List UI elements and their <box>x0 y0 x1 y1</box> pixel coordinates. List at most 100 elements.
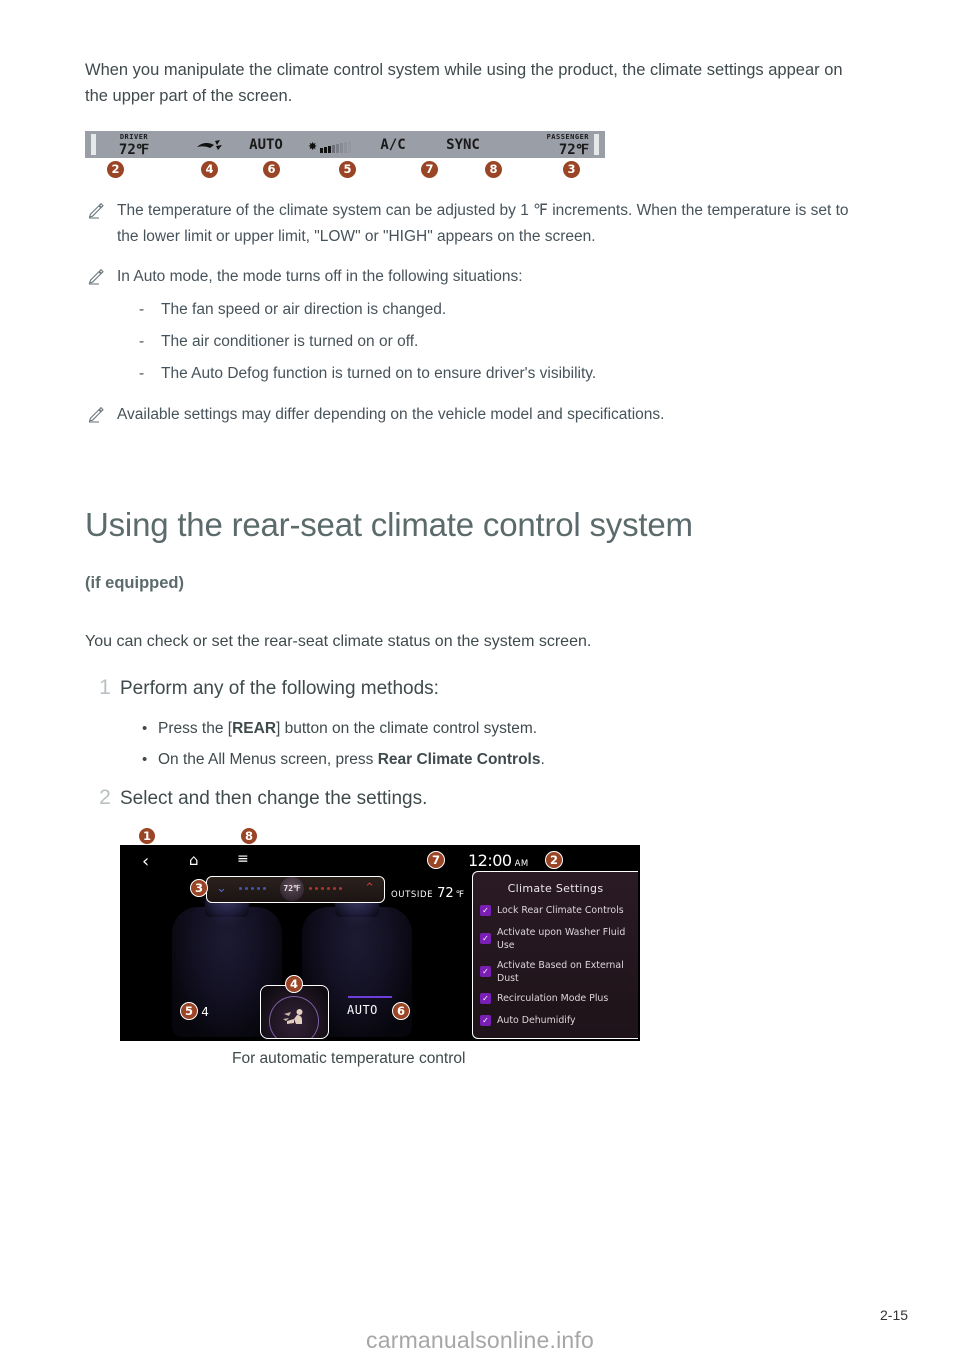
fan-speed-indicator: ✸ <box>308 139 368 153</box>
page-subtitle: (if equipped) <box>85 574 184 592</box>
auto-mode-button[interactable]: AUTO <box>347 996 392 1017</box>
checkbox-checked-icon[interactable]: ✓ <box>480 1015 491 1026</box>
climate-setting-row[interactable]: ✓ Activate upon Washer Fluid Use <box>473 926 638 952</box>
callout-badge-4: 4 <box>201 161 218 178</box>
callout-badge-6: 6 <box>392 1002 410 1020</box>
climate-setting-label: Auto Dehumidify <box>497 1015 576 1026</box>
callout-badge-2: 2 <box>545 851 563 869</box>
temp-down-icon[interactable]: ⌄ <box>216 881 227 896</box>
lead-paragraph: You can check or set the rear-seat clima… <box>85 633 592 650</box>
clock-time: 12:00 <box>468 851 512 870</box>
rear-temperature-slider[interactable]: ⌄ 72℉ ⌃ <box>206 876 385 903</box>
heat-dots <box>309 887 342 890</box>
checkbox-checked-icon[interactable]: ✓ <box>480 993 491 1004</box>
clock-ampm: AM <box>514 859 529 869</box>
bullet-text-before: Press the [ <box>158 720 233 737</box>
climate-setting-row[interactable]: ✓ Auto Dehumidify <box>473 1014 638 1029</box>
menu-icon[interactable]: ≡ <box>237 851 249 867</box>
climate-setting-label: Recirculation Mode Plus <box>497 993 609 1004</box>
outside-unit: ℉ <box>455 890 465 900</box>
step-1-bullets: • Press the [REAR] button on the climate… <box>140 713 880 775</box>
note-subnotes: - The fan speed or air direction is chan… <box>85 294 865 390</box>
subnote-item: - The air conditioner is turned on or of… <box>139 326 865 358</box>
seated-person-icon <box>283 1009 303 1024</box>
callout-badge-7: 7 <box>427 851 445 869</box>
manual-page: When you manipulate the climate control … <box>0 0 960 1362</box>
bullet-text-bold: Rear Climate Controls <box>377 751 541 768</box>
step-1: 1 Perform any of the following methods: <box>95 676 875 702</box>
callout-badge-5: 5 <box>180 1002 198 1020</box>
back-icon[interactable]: ‹ <box>142 851 149 872</box>
callout-badge-5: 5 <box>339 161 356 178</box>
cool-dots <box>239 887 266 890</box>
climate-setting-label: Activate upon Washer Fluid Use <box>497 927 626 951</box>
callout-badge-4: 4 <box>285 975 303 993</box>
page-title: Using the rear-seat climate control syst… <box>85 506 693 543</box>
home-icon[interactable]: ⌂ <box>189 851 199 869</box>
page-number: 2-15 <box>880 1307 909 1323</box>
note-text: In Auto mode, the mode turns off in the … <box>117 268 523 285</box>
bar-end-left <box>91 134 96 155</box>
temp-up-icon[interactable]: ⌃ <box>364 881 375 896</box>
climate-settings-panel: Climate Settings ✓ Lock Rear Climate Cont… <box>472 871 638 1039</box>
subnote-text: The fan speed or air direction is change… <box>161 301 447 318</box>
callout-badge-7: 7 <box>421 161 438 178</box>
bar-end-right <box>594 134 599 155</box>
climate-setting-row[interactable]: ✓ Recirculation Mode Plus <box>473 992 638 1007</box>
bullet-text-after: ] button on the climate control system. <box>276 720 538 737</box>
checkbox-checked-icon[interactable]: ✓ <box>480 905 491 916</box>
checkbox-checked-icon[interactable]: ✓ <box>480 966 491 977</box>
outside-label: OUTSIDE <box>391 890 434 900</box>
step-text: Perform any of the following methods: <box>120 678 439 699</box>
figure-caption: For automatic temperature control <box>232 1050 466 1067</box>
air-mode-button[interactable] <box>260 985 329 1039</box>
outside-temperature: OUTSIDE 72 ℉ <box>391 882 464 901</box>
callout-badge-8: 8 <box>240 827 258 845</box>
bullet-item: • On the All Menus screen, press Rear Cl… <box>140 744 880 775</box>
notes-list: The temperature of the climate system ca… <box>85 198 865 442</box>
bullet-marker: • <box>142 751 148 768</box>
bullet-text-after: . <box>540 751 545 768</box>
climate-setting-label: Lock Rear Climate Controls <box>497 905 624 916</box>
dash-marker: - <box>139 365 145 382</box>
step-text: Select and then change the settings. <box>120 788 428 809</box>
air-direction-icon <box>197 140 222 150</box>
fan-icon: ✸ <box>308 141 318 153</box>
callout-badge-8: 8 <box>485 161 502 178</box>
note-text: The temperature of the climate system ca… <box>117 202 849 245</box>
clock: 12:00 AM <box>468 851 529 870</box>
callout-badge-2: 2 <box>107 161 124 178</box>
note-item: In Auto mode, the mode turns off in the … <box>85 264 865 290</box>
climate-setting-row[interactable]: ✓ Activate Based on External Dust <box>473 959 638 985</box>
climate-setting-label: Activate Based on External Dust <box>497 960 624 984</box>
fan-speed-value: 4 <box>201 1005 209 1019</box>
driver-label: DRIVER <box>119 133 149 141</box>
subnote-text: The Auto Defog function is turned on to … <box>161 365 597 382</box>
callout-badge-3: 3 <box>563 161 580 178</box>
step-number: 2 <box>99 786 111 809</box>
infotainment-screen: ‹ ⌂ ≡ 12:00AM ⌄ 72℉ ⌃ OUTSIDE72℉ ✸4 <box>120 845 640 1041</box>
callout-badge-3: 3 <box>190 879 208 897</box>
pencil-icon <box>88 406 104 423</box>
climate-status-bar-figure: DRIVER 72℉ AUTO ✸ A/C SYNC PASSENGER 72℉ <box>85 131 605 179</box>
screenshot-figure: ‹ ⌂ ≡ 12:00AM ⌄ 72℉ ⌃ OUTSIDE72℉ ✸4 <box>120 827 640 1041</box>
callout-badge-1: 1 <box>138 827 156 845</box>
passenger-temp-value: 72℉ <box>558 142 589 158</box>
note-item: Available settings may differ depending … <box>85 402 865 428</box>
passenger-label: PASSENGER <box>546 133 589 141</box>
bullet-text-bold: REAR <box>232 720 277 737</box>
driver-temp-segment: DRIVER 72℉ <box>99 133 169 158</box>
note-item: The temperature of the climate system ca… <box>85 198 865 250</box>
passenger-temp-segment: PASSENGER 72℉ <box>509 133 589 158</box>
subnote-item: - The Auto Defog function is turned on t… <box>139 358 865 390</box>
climate-setting-row[interactable]: ✓ Lock Rear Climate Controls <box>473 904 638 919</box>
pencil-icon <box>88 268 104 285</box>
sync-label: SYNC <box>446 137 480 153</box>
climate-status-bar: DRIVER 72℉ AUTO ✸ A/C SYNC PASSENGER 72℉ <box>85 131 605 158</box>
temp-value-knob[interactable]: 72℉ <box>280 877 304 901</box>
checkbox-checked-icon[interactable]: ✓ <box>480 933 491 944</box>
intro-paragraph: When you manipulate the climate control … <box>85 61 843 105</box>
dash-marker: - <box>139 333 145 350</box>
ac-label: A/C <box>380 137 406 153</box>
bullet-marker: • <box>142 720 148 737</box>
